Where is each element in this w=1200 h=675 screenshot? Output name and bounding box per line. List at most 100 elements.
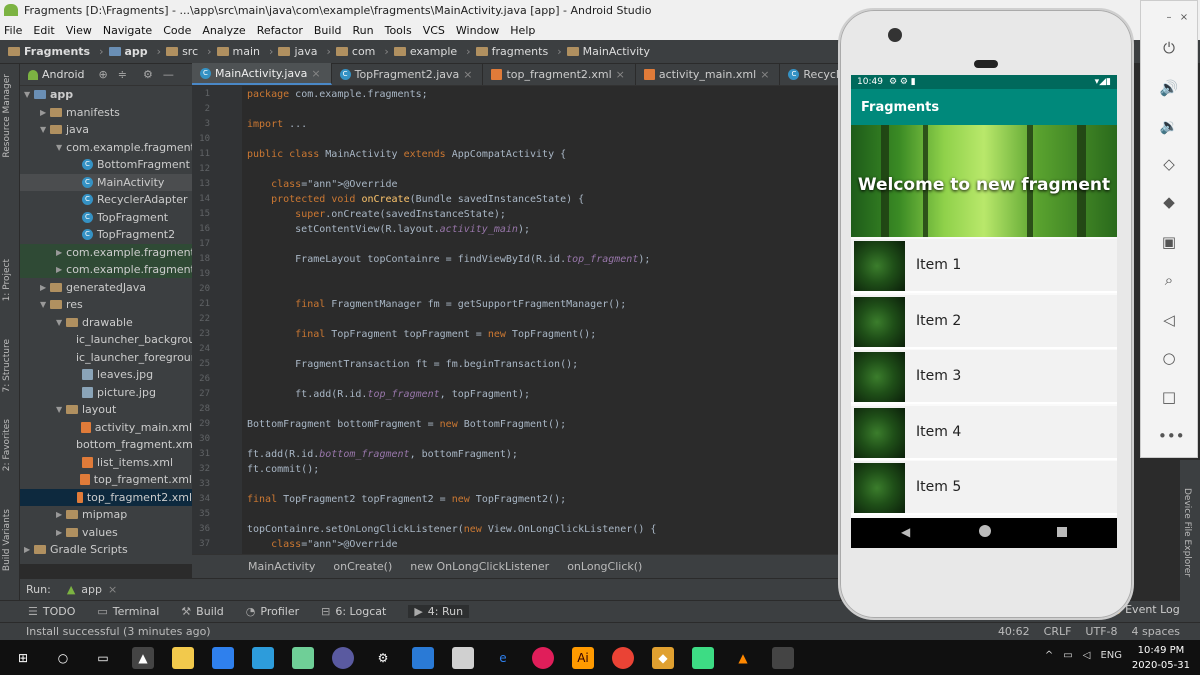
vscode-icon[interactable] xyxy=(412,646,434,669)
tool-window-todo[interactable]: ☰ TODO xyxy=(28,605,75,618)
list-item[interactable]: Item 4 xyxy=(851,405,1117,460)
tree-item[interactable]: ic_launcher_background.xml xyxy=(20,331,192,348)
emulator-screen[interactable]: 10:49 ⚙ ⚙ ▮ ▾◢▮ Fragments Welcome to new… xyxy=(851,75,1117,548)
tree-item[interactable]: ic_launcher_foreground.xml xyxy=(20,349,192,366)
home-icon[interactable] xyxy=(979,525,991,537)
recents-icon[interactable] xyxy=(1057,527,1067,537)
nav-crumb[interactable]: MainActivity xyxy=(566,45,650,58)
gear-icon[interactable]: ⚙ xyxy=(143,68,153,81)
nav-crumb[interactable]: app xyxy=(108,45,148,58)
zoom-icon[interactable]: ⌕ xyxy=(1158,269,1180,291)
eclipse-icon[interactable] xyxy=(332,646,354,669)
tree-item[interactable]: ▼ layout xyxy=(20,401,192,418)
expand-arrow-icon[interactable]: ▶ xyxy=(56,248,62,257)
tree-item[interactable]: C TopFragment2 xyxy=(20,226,192,243)
menu-file[interactable]: File xyxy=(4,24,22,37)
project-view-select[interactable]: Android xyxy=(42,68,85,81)
paint-icon[interactable] xyxy=(452,646,474,669)
menu-edit[interactable]: Edit xyxy=(33,24,54,37)
expand-arrow-icon[interactable]: ▼ xyxy=(24,90,34,99)
back-icon[interactable]: ◁ xyxy=(1158,309,1180,331)
tool-tab-device-file-explorer[interactable]: Device File Explorer xyxy=(1182,488,1192,577)
close-icon[interactable]: × xyxy=(108,583,117,596)
tool-window-build[interactable]: ⚒ Build xyxy=(181,605,224,618)
nav-crumb[interactable]: java xyxy=(278,45,318,58)
expand-arrow-icon[interactable]: ▼ xyxy=(40,125,50,134)
tree-item[interactable]: leaves.jpg xyxy=(20,366,192,383)
home-icon[interactable]: ○ xyxy=(1158,347,1180,369)
expand-arrow-icon[interactable]: ▶ xyxy=(56,528,66,537)
tree-item[interactable]: ▼ java xyxy=(20,121,192,138)
expand-arrow-icon[interactable]: ▶ xyxy=(40,108,50,117)
code-crumb[interactable]: MainActivity xyxy=(248,560,315,573)
volume-icon[interactable]: ◁ xyxy=(1083,650,1091,661)
collapse-icon[interactable]: ≑ xyxy=(118,68,127,81)
tree-item[interactable]: C BottomFragment xyxy=(20,156,192,173)
code-crumb[interactable]: onLongClick() xyxy=(567,560,642,573)
expand-arrow-icon[interactable]: ▼ xyxy=(56,405,66,414)
tool-window-run[interactable]: ▶ 4: Run xyxy=(408,605,470,618)
code-crumb[interactable]: onCreate() xyxy=(333,560,392,573)
tree-item[interactable]: ▶ generatedJava xyxy=(20,279,192,296)
emulator-icon[interactable] xyxy=(772,646,794,669)
code-editor[interactable]: package com.example.fragments; import ...… xyxy=(242,86,840,554)
edge-icon[interactable]: e xyxy=(492,647,514,669)
photos-icon[interactable]: ▲ xyxy=(132,646,154,669)
tray-chevron-icon[interactable]: ^ xyxy=(1045,650,1053,661)
illustrator-icon[interactable]: Ai xyxy=(572,646,594,669)
tool-window-logcat[interactable]: ⊟ 6: Logcat xyxy=(321,605,386,618)
list-item[interactable]: Item 1 xyxy=(851,239,1117,293)
menu-window[interactable]: Window xyxy=(456,24,499,37)
tree-item[interactable]: ▶ values xyxy=(20,524,192,541)
tree-item[interactable]: top_fragment2.xml xyxy=(20,488,192,506)
tool-tab-favorites[interactable]: 2: Favorites xyxy=(2,419,12,471)
menu-navigate[interactable]: Navigate xyxy=(103,24,152,37)
line-separator[interactable]: CRLF xyxy=(1044,625,1072,638)
close-tab-icon[interactable]: × xyxy=(311,67,320,80)
power-icon[interactable]: ⏻ xyxy=(1158,37,1180,59)
screenshot-icon[interactable]: ▣ xyxy=(1158,231,1180,253)
editor-tab[interactable]: top_fragment2.xml × xyxy=(483,63,636,85)
expand-arrow-icon[interactable]: ▼ xyxy=(40,300,50,309)
nav-crumb[interactable]: com xyxy=(335,45,375,58)
network-icon[interactable]: ▭ xyxy=(1063,650,1072,661)
tree-item[interactable]: ▶ manifests xyxy=(20,104,192,121)
tool-window-profiler[interactable]: ◔ Profiler xyxy=(246,605,299,618)
notepad-icon[interactable] xyxy=(292,646,314,669)
tool-tab-resource-manager[interactable]: Resource Manager xyxy=(2,74,12,158)
sourcetree-icon[interactable]: ◆ xyxy=(652,646,674,669)
menu-refactor[interactable]: Refactor xyxy=(257,24,303,37)
tree-item[interactable]: ▼ drawable xyxy=(20,314,192,331)
tree-item[interactable]: ▼ app xyxy=(20,86,192,103)
tree-item[interactable]: ▶ mipmap xyxy=(20,506,192,523)
tree-item[interactable]: ▶ com.example.fragments xyxy=(20,261,192,278)
volume-up-icon[interactable]: 🔊 xyxy=(1158,77,1180,99)
tool-tab-project[interactable]: 1: Project xyxy=(2,259,12,301)
menu-analyze[interactable]: Analyze xyxy=(202,24,245,37)
menu-vcs[interactable]: VCS xyxy=(423,24,445,37)
tree-item[interactable]: C MainActivity xyxy=(20,173,192,191)
run-config-tab[interactable]: app xyxy=(81,583,102,596)
editor-tab[interactable]: activity_main.xml × xyxy=(636,63,781,85)
nav-crumb[interactable]: Fragments xyxy=(8,45,90,58)
expand-arrow-icon[interactable]: ▶ xyxy=(40,283,50,292)
menu-build[interactable]: Build xyxy=(314,24,342,37)
rotate-left-icon[interactable]: ◇ xyxy=(1158,153,1180,175)
menu-run[interactable]: Run xyxy=(353,24,374,37)
locate-icon[interactable]: ⊕ xyxy=(99,68,108,81)
close-tab-icon[interactable]: × xyxy=(616,68,625,81)
nav-crumb[interactable]: src xyxy=(166,45,198,58)
volume-down-icon[interactable]: 🔉 xyxy=(1158,115,1180,137)
expand-arrow-icon[interactable]: ▼ xyxy=(56,143,62,152)
clock[interactable]: 10:49 PM 2020-05-31 xyxy=(1132,643,1190,673)
expand-arrow-icon[interactable]: ▶ xyxy=(24,545,34,554)
menu-code[interactable]: Code xyxy=(163,24,191,37)
more-icon[interactable]: ••• xyxy=(1158,425,1185,447)
tree-item[interactable]: ▶ Gradle Scripts xyxy=(20,541,192,558)
language-indicator[interactable]: ENG xyxy=(1100,650,1122,661)
task-view-icon[interactable]: ▭ xyxy=(92,647,114,669)
editor-tab[interactable]: C MainActivity.java × xyxy=(192,63,332,85)
close-tab-icon[interactable]: × xyxy=(463,68,472,81)
settings-icon[interactable]: ⚙ xyxy=(372,647,394,669)
menu-help[interactable]: Help xyxy=(510,24,535,37)
